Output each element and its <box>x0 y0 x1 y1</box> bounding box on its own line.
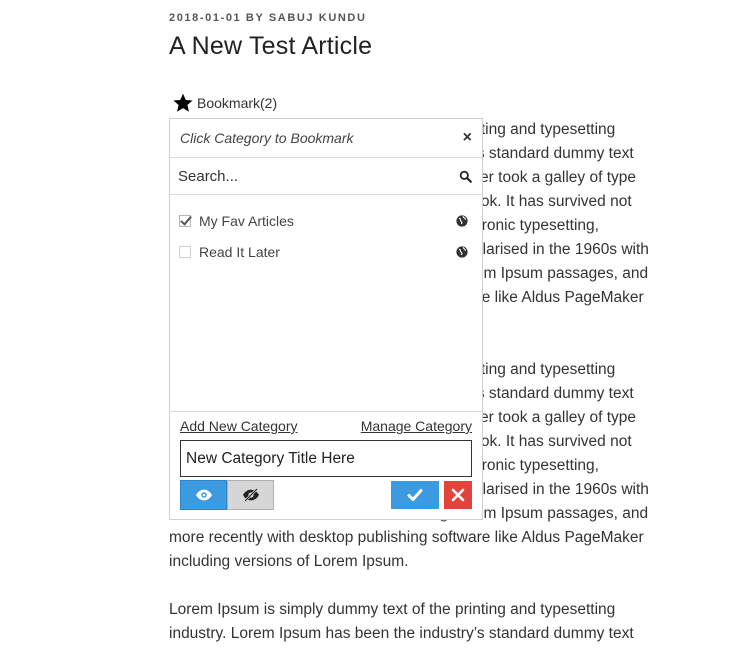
private-toggle-button[interactable] <box>227 480 274 510</box>
eye-slash-icon <box>242 488 259 502</box>
search-row <box>170 158 482 195</box>
category-checkbox-checked[interactable] <box>179 214 191 227</box>
save-category-button[interactable] <box>391 481 439 509</box>
popup-hint: Click Category to Bookmark <box>180 130 354 146</box>
action-buttons <box>391 481 472 509</box>
new-category-input[interactable] <box>180 440 472 477</box>
paragraph-line: including versions of Lorem Ipsum. <box>169 553 409 570</box>
post-title: A New Test Article <box>169 32 373 60</box>
bookmark-popup: Click Category to Bookmark × My Fav Arti… <box>169 118 483 520</box>
category-label: My Fav Articles <box>199 212 294 229</box>
popup-header: Click Category to Bookmark × <box>170 119 482 158</box>
star-icon <box>173 93 193 112</box>
paragraph-line: industry. Lorem Ipsum has been the indus… <box>169 625 634 642</box>
visibility-toggle <box>180 480 274 510</box>
footer-links: Add New Category Manage Category <box>180 418 472 434</box>
article-paragraph: Lorem Ipsum is simply dummy text of the … <box>169 598 709 646</box>
eye-icon <box>195 489 212 501</box>
search-input[interactable] <box>176 166 440 186</box>
category-label: Read It Later <box>199 243 280 260</box>
globe-icon <box>456 245 468 258</box>
page: 2018-01-01 BY SABUJ KUNDU A New Test Art… <box>0 0 744 651</box>
add-new-category-link[interactable]: Add New Category <box>180 418 298 434</box>
category-item[interactable]: My Fav Articles <box>170 205 482 236</box>
public-toggle-button[interactable] <box>180 480 227 510</box>
paragraph-line: Lorem Ipsum is simply dummy text of the … <box>169 601 616 618</box>
paragraph-line: more recently with desktop publishing so… <box>169 529 644 546</box>
manage-category-link[interactable]: Manage Category <box>361 418 472 434</box>
close-icon[interactable]: × <box>463 129 472 147</box>
close-icon <box>451 488 465 502</box>
bookmark-label: Bookmark(2) <box>197 95 278 111</box>
category-item[interactable]: Read It Later <box>170 236 482 267</box>
search-icon[interactable] <box>459 170 472 183</box>
footer-buttons <box>180 480 472 510</box>
cancel-category-button[interactable] <box>444 481 472 509</box>
check-icon <box>407 489 423 501</box>
globe-icon <box>456 214 468 227</box>
category-checkbox[interactable] <box>179 245 191 258</box>
bookmark-button[interactable]: Bookmark(2) <box>172 92 277 114</box>
popup-footer: Add New Category Manage Category <box>170 411 482 510</box>
category-list: My Fav Articles Read It Later <box>170 195 482 411</box>
post-meta: 2018-01-01 BY SABUJ KUNDU <box>169 12 367 24</box>
